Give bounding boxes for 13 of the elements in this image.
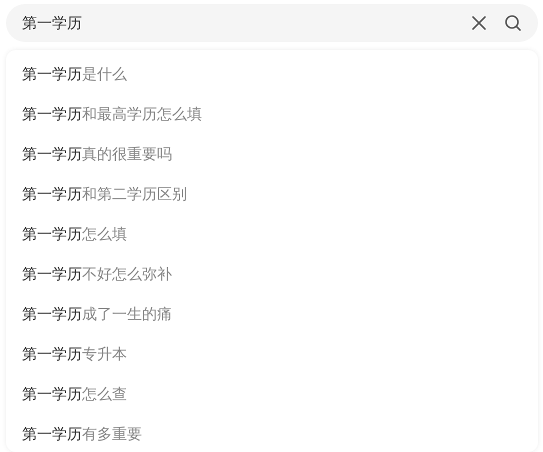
search-field[interactable]: 第一学历 [6, 4, 538, 42]
suggestion-item[interactable]: 第一学历有多重要 [6, 414, 538, 452]
suggestion-item[interactable]: 第一学历成了一生的痛 [6, 294, 538, 334]
suggestion-item[interactable]: 第一学历怎么查 [6, 374, 538, 414]
suggestion-item[interactable]: 第一学历不好怎么弥补 [6, 254, 538, 294]
suggestion-item[interactable]: 第一学历怎么填 [6, 214, 538, 254]
suggestion-item[interactable]: 第一学历专升本 [6, 334, 538, 374]
suggestion-item[interactable]: 第一学历和最高学历怎么填 [6, 94, 538, 134]
suggestion-item[interactable]: 第一学历真的很重要吗 [6, 134, 538, 174]
suggestion-item[interactable]: 第一学历是什么 [6, 54, 538, 94]
search-icon [504, 14, 522, 32]
close-icon [471, 15, 487, 31]
suggestion-item[interactable]: 第一学历和第二学历区别 [6, 174, 538, 214]
